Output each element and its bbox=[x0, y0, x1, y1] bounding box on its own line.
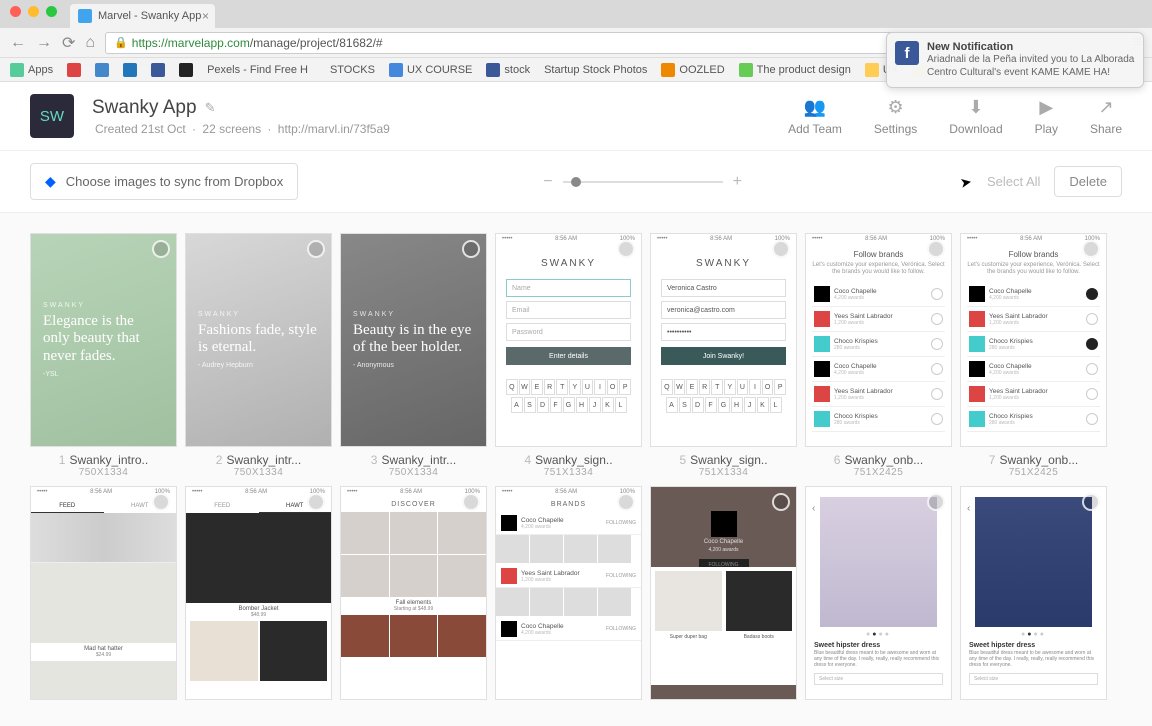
bookmark-startup[interactable]: Startup Stock Photos bbox=[544, 64, 647, 76]
project-title: Swanky App bbox=[92, 97, 197, 119]
project-meta: Created 21st Oct · 22 screens · http://m… bbox=[92, 122, 788, 136]
bookmark-item[interactable] bbox=[179, 63, 193, 77]
forward-button[interactable]: → bbox=[36, 34, 52, 52]
select-circle[interactable] bbox=[772, 493, 790, 511]
reload-button[interactable]: ⟳ bbox=[62, 33, 75, 53]
screen-card[interactable]: •••••8:56 AM100% DISCOVER Fall elementsS… bbox=[340, 486, 487, 700]
lock-icon: 🔒 bbox=[114, 36, 128, 49]
zoom-in-button[interactable]: + bbox=[733, 173, 742, 191]
download-button[interactable]: ⬇Download bbox=[949, 97, 1002, 136]
select-all-button[interactable]: Select All bbox=[987, 174, 1040, 189]
project-header: SW Swanky App ✎ Created 21st Oct · 22 sc… bbox=[0, 82, 1152, 151]
download-icon: ⬇ bbox=[968, 97, 983, 118]
close-window-button[interactable] bbox=[10, 6, 21, 17]
tab-favicon bbox=[78, 9, 92, 23]
share-icon: ↗ bbox=[1098, 97, 1113, 118]
zoom-out-button[interactable]: − bbox=[543, 173, 552, 191]
tab-title: Marvel - Swanky App bbox=[98, 10, 201, 22]
select-circle[interactable] bbox=[462, 240, 480, 258]
select-circle[interactable] bbox=[927, 240, 945, 258]
back-icon: ‹ bbox=[812, 503, 815, 514]
notification-popup[interactable]: f New Notification Ariadnali de la Peña … bbox=[886, 32, 1144, 88]
delete-button[interactable]: Delete bbox=[1054, 166, 1122, 197]
screen-card[interactable]: •••••8:56 AM100% FEEDHAWT Mad hat hatter… bbox=[30, 486, 177, 700]
share-button[interactable]: ↗Share bbox=[1090, 97, 1122, 136]
edit-title-icon[interactable]: ✎ bbox=[205, 100, 216, 116]
back-button[interactable]: ← bbox=[10, 34, 26, 52]
select-circle[interactable] bbox=[307, 240, 325, 258]
bookmark-stock[interactable]: stock bbox=[486, 63, 530, 77]
project-logo[interactable]: SW bbox=[30, 94, 74, 138]
browser-tab-bar: Marvel - Swanky App × bbox=[0, 0, 1152, 28]
bookmark-item[interactable] bbox=[95, 63, 109, 77]
screen-card[interactable]: SWANKY Beauty is in the eye of the beer … bbox=[340, 233, 487, 478]
minimize-window-button[interactable] bbox=[28, 6, 39, 17]
select-circle[interactable] bbox=[927, 493, 945, 511]
screens-grid: SWANKY Elegance is the only beauty that … bbox=[30, 233, 1122, 700]
select-circle[interactable] bbox=[307, 493, 325, 511]
zoom-slider: − + bbox=[298, 173, 987, 191]
browser-tab[interactable]: Marvel - Swanky App × bbox=[70, 4, 215, 28]
bookmark-product-design[interactable]: The product design bbox=[739, 63, 851, 77]
play-button[interactable]: ▶Play bbox=[1035, 97, 1058, 136]
dropbox-sync-button[interactable]: ◆ Choose images to sync from Dropbox bbox=[30, 163, 298, 200]
screens-grid-container: SWANKY Elegance is the only beauty that … bbox=[0, 213, 1152, 726]
play-icon: ▶ bbox=[1039, 97, 1053, 118]
gear-icon: ⚙ bbox=[888, 97, 904, 118]
screen-card[interactable]: SWANKY Fashions fade, style is eternal. … bbox=[185, 233, 332, 478]
bookmark-item[interactable] bbox=[151, 63, 165, 77]
screen-card[interactable]: •••••8:56 AM100% FEEDHAWT Bomber Jacket$… bbox=[185, 486, 332, 700]
add-team-button[interactable]: 👥Add Team bbox=[788, 97, 842, 136]
select-circle[interactable] bbox=[152, 493, 170, 511]
bookmark-pexels[interactable]: Pexels - Find Free H bbox=[207, 64, 308, 76]
mouse-cursor: ➤ bbox=[959, 173, 974, 192]
settings-button[interactable]: ⚙Settings bbox=[874, 97, 917, 136]
url-host: https://marvelapp.com bbox=[132, 36, 250, 50]
dropbox-icon: ◆ bbox=[45, 173, 56, 190]
screen-card[interactable]: SWANKY Elegance is the only beauty that … bbox=[30, 233, 177, 478]
screen-card[interactable]: •••••8:56 AM100% BRANDS Coco Chapelle4,2… bbox=[495, 486, 642, 700]
bookmark-apps[interactable]: Apps bbox=[10, 63, 53, 77]
zoom-track[interactable] bbox=[563, 181, 723, 183]
window-controls bbox=[10, 6, 57, 17]
select-circle[interactable] bbox=[617, 240, 635, 258]
maximize-window-button[interactable] bbox=[46, 6, 57, 17]
select-circle[interactable] bbox=[1082, 240, 1100, 258]
bookmark-item[interactable] bbox=[123, 63, 137, 77]
bookmark-item[interactable] bbox=[67, 63, 81, 77]
select-circle[interactable] bbox=[617, 493, 635, 511]
bookmark-oozled[interactable]: OOZLED bbox=[661, 63, 724, 77]
screen-card[interactable]: •••••8:56 AM100% SWANKY Name Email Passw… bbox=[495, 233, 642, 478]
bookmark-stocks[interactable]: STOCKS bbox=[322, 64, 375, 76]
zoom-thumb[interactable] bbox=[571, 177, 581, 187]
select-circle[interactable] bbox=[152, 240, 170, 258]
notification-title: New Notification bbox=[927, 41, 1135, 53]
notification-body: Ariadnali de la Peña invited you to La A… bbox=[927, 53, 1135, 79]
close-tab-icon[interactable]: × bbox=[202, 9, 209, 23]
screen-card[interactable]: ‹ ●●●● Sweet hipster dress Blue beautifu… bbox=[805, 486, 952, 700]
bookmark-ux-course[interactable]: UX COURSE bbox=[389, 63, 472, 77]
screen-card[interactable]: •••••8:56 AM100% Follow brands Let's cus… bbox=[805, 233, 952, 478]
select-circle[interactable] bbox=[1082, 493, 1100, 511]
screen-card[interactable]: ‹ ●●●● Sweet hipster dress Blue beautifu… bbox=[960, 486, 1107, 700]
home-button[interactable]: ⌂ bbox=[85, 34, 95, 52]
facebook-icon: f bbox=[895, 41, 919, 65]
back-icon: ‹ bbox=[967, 503, 970, 514]
select-circle[interactable] bbox=[462, 493, 480, 511]
screens-toolbar: ◆ Choose images to sync from Dropbox − +… bbox=[0, 151, 1152, 213]
screen-card[interactable]: •••••8:56 AM100% SWANKY Veronica Castro … bbox=[650, 233, 797, 478]
team-icon: 👥 bbox=[804, 97, 826, 118]
screen-card[interactable]: Coco Chapelle 4,200 awards FOLLOWING Sup… bbox=[650, 486, 797, 700]
select-circle[interactable] bbox=[772, 240, 790, 258]
url-path: /manage/project/81682/# bbox=[250, 36, 383, 50]
screen-card[interactable]: •••••8:56 AM100% Follow brands Let's cus… bbox=[960, 233, 1107, 478]
